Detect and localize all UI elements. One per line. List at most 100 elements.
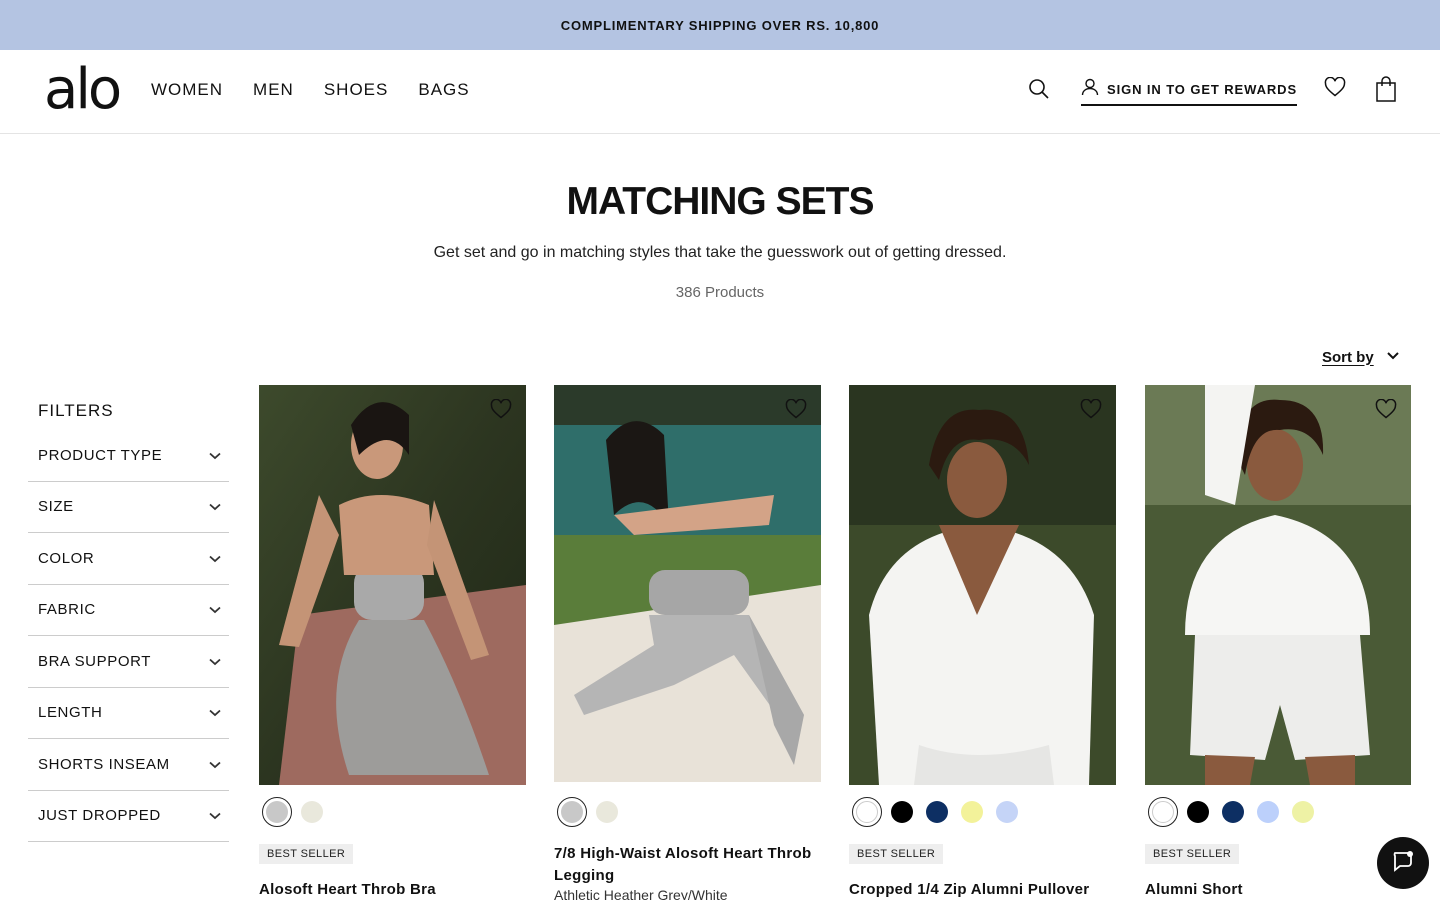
color-swatch[interactable] xyxy=(992,797,1022,827)
filter-label: PRODUCT TYPE xyxy=(38,446,163,464)
product-image[interactable] xyxy=(554,385,821,782)
product-name[interactable]: Cropped 1/4 Zip Alumni Pullover xyxy=(849,879,1089,900)
swatch-fill xyxy=(961,801,983,823)
filter-label: BRA SUPPORT xyxy=(38,652,152,670)
chevron-down-icon xyxy=(209,807,221,824)
swatch-fill xyxy=(301,801,323,823)
nav-shoes[interactable]: SHOES xyxy=(324,80,389,100)
chevron-down-icon xyxy=(209,704,221,721)
filter-label: JUST DROPPED xyxy=(38,807,161,825)
nav-women[interactable]: WOMEN xyxy=(151,80,223,100)
color-swatch[interactable] xyxy=(1218,797,1248,827)
product-name[interactable]: Alumni Short xyxy=(1145,879,1243,900)
product-name[interactable]: 7/8 High-Waist Alosoft Heart Throb Leggi… xyxy=(554,843,821,887)
filter-label: FABRIC xyxy=(38,601,96,619)
chevron-down-icon xyxy=(209,447,221,464)
color-swatch[interactable] xyxy=(1148,797,1178,827)
brand-logo[interactable]: alo xyxy=(44,62,122,118)
swatch-fill xyxy=(266,801,288,823)
swatch-fill xyxy=(996,801,1018,823)
search-icon[interactable] xyxy=(1028,78,1050,105)
filters-title: FILTERS xyxy=(38,401,114,420)
wishlist-heart-icon[interactable] xyxy=(1375,398,1397,424)
chevron-down-icon xyxy=(1386,348,1400,366)
color-swatch[interactable] xyxy=(592,797,622,827)
color-swatch[interactable] xyxy=(1253,797,1283,827)
filter-color[interactable]: COLOR xyxy=(28,533,229,585)
color-swatch[interactable] xyxy=(852,797,882,827)
product-card[interactable]: BEST SELLER Alumni Short xyxy=(1145,385,1411,898)
chat-button[interactable] xyxy=(1377,837,1429,889)
swatch-fill xyxy=(596,801,618,823)
color-swatches xyxy=(852,797,1022,827)
filter-label: LENGTH xyxy=(38,704,103,722)
swatch-fill xyxy=(1187,801,1209,823)
filter-label: SHORTS INSEAM xyxy=(38,755,170,773)
chevron-down-icon xyxy=(209,550,221,567)
filter-shorts-inseam[interactable]: SHORTS INSEAM xyxy=(28,739,229,791)
product-count: 386 Products xyxy=(675,284,765,301)
filter-product-type[interactable]: PRODUCT TYPE xyxy=(28,430,229,482)
swatch-fill xyxy=(1292,801,1314,823)
page-title: MATCHING SETS xyxy=(566,180,875,223)
promo-text: COMPLIMENTARY SHIPPING OVER RS. 10,800 xyxy=(560,17,880,33)
best-seller-badge: BEST SELLER xyxy=(259,844,354,864)
filter-label: COLOR xyxy=(38,549,95,567)
color-swatch[interactable] xyxy=(1288,797,1318,827)
color-swatch[interactable] xyxy=(887,797,917,827)
product-image[interactable] xyxy=(1145,385,1411,785)
swatch-fill xyxy=(856,801,878,823)
product-name[interactable]: Alosoft Heart Throb Bra xyxy=(259,879,436,900)
swatch-fill xyxy=(891,801,913,823)
filter-length[interactable]: LENGTH xyxy=(28,688,229,739)
color-swatch[interactable] xyxy=(262,797,292,827)
color-swatch[interactable] xyxy=(957,797,987,827)
chevron-down-icon xyxy=(209,756,221,773)
color-swatches xyxy=(557,797,622,827)
swatch-fill xyxy=(561,801,583,823)
color-swatch[interactable] xyxy=(557,797,587,827)
product-card[interactable]: BEST SELLER Cropped 1/4 Zip Alumni Pullo… xyxy=(849,385,1116,898)
chevron-down-icon xyxy=(209,601,221,618)
best-seller-badge: BEST SELLER xyxy=(849,844,944,864)
filter-bra-support[interactable]: BRA SUPPORT xyxy=(28,636,229,688)
filter-size[interactable]: SIZE xyxy=(28,482,229,533)
product-card[interactable]: 7/8 High-Waist Alosoft Heart Throb Leggi… xyxy=(554,385,821,900)
wishlist-icon[interactable] xyxy=(1324,76,1346,102)
product-card[interactable]: BEST SELLER Alosoft Heart Throb Bra xyxy=(259,385,526,898)
filter-label: SIZE xyxy=(38,498,74,516)
nav-bags[interactable]: BAGS xyxy=(418,80,469,100)
wishlist-heart-icon[interactable] xyxy=(490,398,512,424)
sign-in-label: SIGN IN TO GET REWARDS xyxy=(1107,82,1298,97)
swatch-fill xyxy=(1222,801,1244,823)
filters-panel: FILTERS PRODUCT TYPE SIZE COLOR FABRIC B… xyxy=(28,400,229,842)
chat-icon xyxy=(1391,850,1415,877)
sign-in-rewards-link[interactable]: SIGN IN TO GET REWARDS xyxy=(1081,78,1298,106)
page-subtitle: Get set and go in matching styles that t… xyxy=(433,244,1007,261)
wishlist-heart-icon[interactable] xyxy=(1080,398,1102,424)
product-color-name: Athletic Heather Grey/White xyxy=(554,887,728,900)
main-nav: WOMEN MEN SHOES BAGS xyxy=(151,80,470,100)
user-icon xyxy=(1081,78,1099,101)
chevron-down-icon xyxy=(209,498,221,515)
swatch-fill xyxy=(1152,801,1174,823)
color-swatch[interactable] xyxy=(297,797,327,827)
promo-bar: COMPLIMENTARY SHIPPING OVER RS. 10,800 xyxy=(0,0,1440,50)
product-image[interactable] xyxy=(849,385,1116,785)
sort-label: Sort by xyxy=(1322,348,1374,366)
sort-dropdown[interactable]: Sort by xyxy=(1322,348,1400,366)
wishlist-heart-icon[interactable] xyxy=(785,398,807,424)
color-swatches xyxy=(1148,797,1318,827)
filter-just-dropped[interactable]: JUST DROPPED xyxy=(28,791,229,842)
color-swatches xyxy=(262,797,327,827)
color-swatch[interactable] xyxy=(922,797,952,827)
site-header: alo WOMEN MEN SHOES BAGS SIGN IN TO GET … xyxy=(0,50,1440,134)
color-swatch[interactable] xyxy=(1183,797,1213,827)
swatch-fill xyxy=(1257,801,1279,823)
product-image[interactable] xyxy=(259,385,526,785)
bag-icon[interactable] xyxy=(1376,76,1396,107)
nav-men[interactable]: MEN xyxy=(253,80,294,100)
filter-fabric[interactable]: FABRIC xyxy=(28,585,229,636)
swatch-fill xyxy=(926,801,948,823)
chevron-down-icon xyxy=(209,653,221,670)
